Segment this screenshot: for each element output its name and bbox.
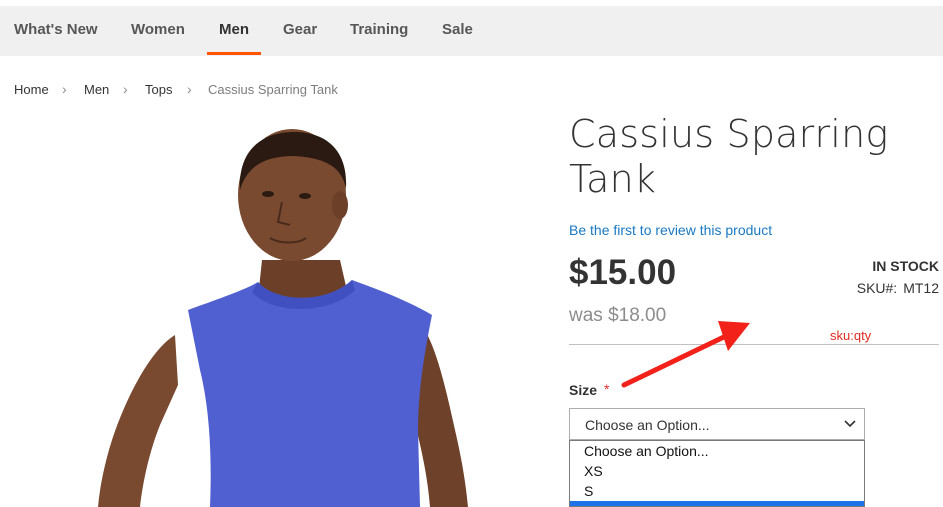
chevron-down-icon (844, 420, 856, 428)
breadcrumb-separator: › (123, 81, 128, 97)
annotation-label: sku:qty (830, 328, 872, 343)
breadcrumb-separator: › (62, 81, 67, 97)
stock-status: IN STOCK (872, 258, 939, 274)
red-arrow-icon (621, 321, 750, 388)
review-link[interactable]: Be the first to review this product (569, 222, 772, 238)
breadcrumb-home[interactable]: Home (14, 82, 49, 97)
breadcrumb-separator: › (187, 81, 192, 97)
tank-top-shape (188, 280, 432, 507)
option-highlight[interactable] (570, 501, 864, 506)
nav-item-women[interactable]: Women (131, 21, 185, 38)
size-label: Size (569, 382, 598, 398)
nav-item-men[interactable]: Men (219, 21, 249, 38)
nav-item-whats-new[interactable]: What's New (14, 21, 98, 38)
product-image[interactable] (0, 110, 560, 507)
option-choose[interactable]: Choose an Option... (584, 443, 709, 459)
active-nav-indicator (207, 52, 261, 55)
breadcrumb-men[interactable]: Men (84, 82, 109, 97)
size-select[interactable]: Choose an Option... (569, 408, 865, 440)
required-mark: * (604, 381, 610, 397)
main-navigation: What's New Women Men Gear Training Sale (0, 6, 943, 56)
nav-item-gear[interactable]: Gear (283, 21, 317, 38)
nav-item-training[interactable]: Training (350, 21, 408, 38)
breadcrumb-tops[interactable]: Tops (145, 82, 172, 97)
option-xs[interactable]: XS (584, 463, 603, 479)
sku-value: MT12 (903, 280, 939, 296)
nav-item-sale[interactable]: Sale (442, 21, 473, 38)
sku-info: SKU#: MT12 (851, 280, 939, 296)
sku-label: SKU#: (856, 280, 898, 296)
option-s[interactable]: S (584, 483, 593, 499)
breadcrumb-current: Cassius Sparring Tank (208, 82, 338, 97)
product-title: Cassius Sparring Tank (569, 112, 889, 201)
size-options-list: Choose an Option... XS S (569, 440, 865, 507)
product-price: $15.00 (569, 253, 677, 292)
size-select-value: Choose an Option... (585, 417, 710, 433)
